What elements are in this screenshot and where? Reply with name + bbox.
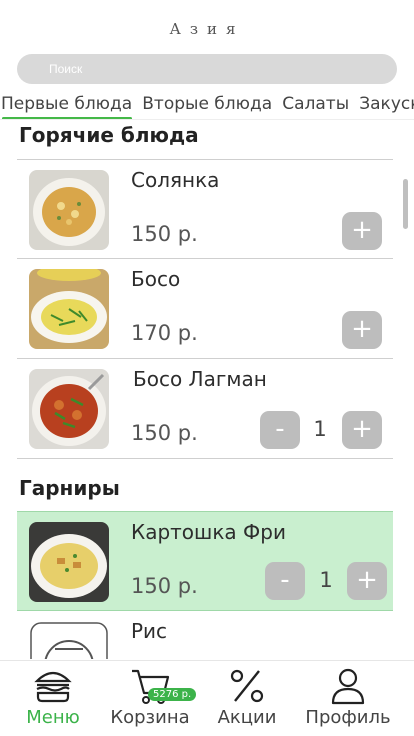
dish-price: 150 р.: [131, 421, 198, 445]
dish-name: Босо: [131, 267, 181, 291]
add-button[interactable]: +: [342, 411, 382, 449]
list-item[interactable]: Босо 170 р. +: [17, 259, 393, 359]
dish-image: [29, 369, 109, 449]
tab-second-courses[interactable]: Вторые блюда: [141, 92, 276, 114]
list-item[interactable]: Картошка Фри 150 р. - 1 +: [17, 511, 393, 611]
percent-icon: [230, 669, 264, 703]
dish-placeholder-image: [29, 621, 109, 659]
decrease-button[interactable]: -: [265, 562, 305, 600]
dish-name: Солянка: [131, 168, 220, 192]
tab-snacks[interactable]: Закуски: [358, 92, 414, 114]
user-icon: [331, 668, 365, 705]
nav-cart-label: Корзина: [110, 707, 190, 728]
add-button[interactable]: +: [342, 212, 382, 250]
dish-name: Босо Лагман: [133, 367, 267, 391]
nav-promotions-label: Акции: [217, 707, 277, 728]
nav-menu[interactable]: Меню: [3, 667, 103, 728]
section-title-hot-dishes: Горячие блюда: [19, 123, 199, 147]
dish-name: Картошка Фри: [131, 520, 286, 544]
nav-profile-label: Профиль: [305, 707, 391, 728]
list-item[interactable]: Солянка 150 р. +: [17, 159, 393, 259]
nav-promotions[interactable]: Акции: [197, 667, 297, 728]
decrease-button[interactable]: -: [260, 411, 300, 449]
quantity: 1: [319, 568, 333, 592]
scrollbar[interactable]: [403, 179, 408, 229]
app-title: Азия: [169, 20, 245, 38]
dish-image: [29, 170, 109, 250]
category-tabs: Первые блюда Вторые блюда Салаты Закуски: [0, 92, 414, 120]
cart-total-badge: 5276 р.: [148, 688, 197, 701]
dish-image: [29, 522, 109, 602]
tab-first-courses[interactable]: Первые блюда: [0, 92, 136, 119]
dish-price: 150 р.: [131, 222, 198, 246]
search-bar[interactable]: [17, 54, 397, 84]
menu-list[interactable]: Горячие блюда Солянка 150 р. + Босо 170 …: [0, 121, 414, 659]
nav-menu-label: Меню: [26, 707, 80, 728]
quantity: 1: [313, 417, 327, 441]
add-button[interactable]: +: [347, 562, 387, 600]
dish-price: 150 р.: [131, 574, 198, 598]
dish-name: Рис: [131, 619, 168, 643]
dish-image: [29, 269, 109, 349]
bottom-navigation: Меню Корзина 5276 р. Акции Профиль: [0, 660, 414, 736]
dish-price: 170 р.: [131, 321, 198, 345]
search-input[interactable]: [17, 54, 397, 84]
add-button[interactable]: +: [342, 311, 382, 349]
nav-profile[interactable]: Профиль: [298, 667, 398, 728]
tab-salads[interactable]: Салаты: [281, 92, 353, 114]
burger-icon: [34, 671, 72, 703]
list-item[interactable]: Рис: [17, 611, 393, 659]
section-title-side-dishes: Гарниры: [19, 476, 120, 500]
list-item[interactable]: Босо Лагман 150 р. - 1 +: [17, 359, 393, 459]
